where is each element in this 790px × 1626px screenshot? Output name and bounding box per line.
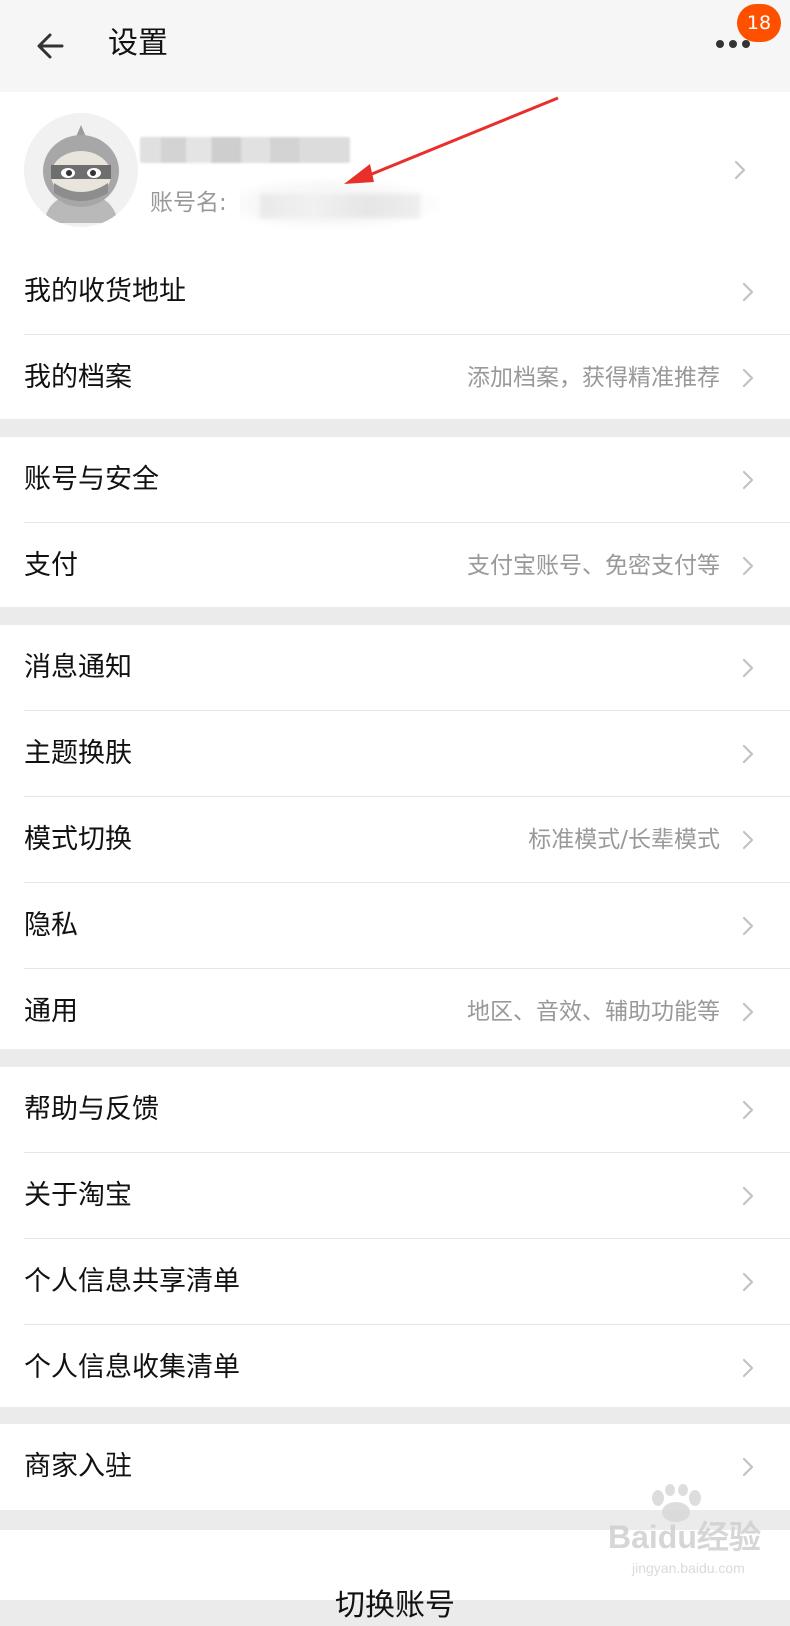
watermark-url: jingyan.baidu.com bbox=[632, 1560, 745, 1576]
chevron-right-icon bbox=[742, 1272, 754, 1292]
back-arrow-icon[interactable] bbox=[32, 26, 72, 66]
annotation-arrow bbox=[344, 96, 559, 184]
top-bar: 设置 18 bbox=[0, 0, 790, 92]
settings-row-hint: 支付宝账号、免密支付等 bbox=[467, 553, 720, 579]
watermark-brand: Baidu经验 bbox=[608, 1519, 761, 1555]
settings-row[interactable]: 个人信息共享清单 bbox=[0, 1239, 790, 1325]
nickname-redacted bbox=[140, 137, 350, 163]
settings-row[interactable]: 主题换肤 bbox=[0, 711, 790, 797]
chevron-right-icon bbox=[742, 830, 754, 850]
settings-row[interactable]: 支付 支付宝账号、免密支付等 bbox=[0, 523, 790, 609]
settings-row-label: 帮助与反馈 bbox=[24, 1094, 159, 1125]
settings-row-label: 支付 bbox=[24, 550, 78, 581]
settings-row[interactable]: 关于淘宝 bbox=[0, 1153, 790, 1239]
settings-row[interactable]: 模式切换 标准模式/长辈模式 bbox=[0, 797, 790, 883]
settings-row[interactable]: 隐私 bbox=[0, 883, 790, 969]
chevron-right-icon bbox=[742, 658, 754, 678]
account-name-label: 账号名: bbox=[150, 190, 227, 216]
chevron-right-icon[interactable] bbox=[734, 160, 746, 180]
settings-row[interactable]: 个人信息收集清单 bbox=[0, 1325, 790, 1411]
settings-row-label: 通用 bbox=[24, 996, 78, 1027]
chevron-right-icon bbox=[742, 916, 754, 936]
settings-row[interactable]: 帮助与反馈 bbox=[0, 1067, 790, 1153]
settings-row-label: 个人信息收集清单 bbox=[24, 1352, 240, 1383]
settings-row-label: 模式切换 bbox=[24, 824, 132, 855]
chevron-right-icon bbox=[742, 470, 754, 490]
chevron-right-icon bbox=[742, 1457, 754, 1477]
settings-group-2: 账号与安全支付 支付宝账号、免密支付等 bbox=[0, 437, 790, 607]
chevron-right-icon bbox=[742, 556, 754, 576]
settings-group-3: 消息通知主题换肤模式切换 标准模式/长辈模式隐私通用 地区、音效、辅助功能等 bbox=[0, 625, 790, 1049]
settings-row-label: 消息通知 bbox=[24, 652, 132, 683]
settings-group-1: 我的收货地址 我的档案 添加档案，获得精准推荐 bbox=[0, 249, 790, 419]
chevron-right-icon bbox=[742, 368, 754, 388]
settings-row-label: 主题换肤 bbox=[24, 738, 132, 769]
settings-row-label: 关于淘宝 bbox=[24, 1180, 132, 1211]
chevron-right-icon bbox=[742, 1358, 754, 1378]
ninja-avatar-icon bbox=[24, 113, 138, 227]
settings-row-hint: 添加档案，获得精准推荐 bbox=[467, 365, 720, 391]
settings-row-label: 隐私 bbox=[24, 910, 78, 941]
more-dots-icon bbox=[716, 40, 724, 48]
baidu-watermark: Baidu经验 jingyan.baidu.com bbox=[606, 1484, 786, 1596]
settings-row-hint: 标准模式/长辈模式 bbox=[528, 827, 720, 853]
settings-row-label: 个人信息共享清单 bbox=[24, 1266, 240, 1297]
settings-row[interactable]: 通用 地区、音效、辅助功能等 bbox=[0, 969, 790, 1055]
settings-row-label: 账号与安全 bbox=[24, 464, 159, 495]
page-title: 设置 bbox=[108, 26, 168, 61]
avatar[interactable] bbox=[24, 113, 138, 227]
notification-badge: 18 bbox=[737, 4, 781, 42]
settings-row[interactable]: 消息通知 bbox=[0, 625, 790, 711]
chevron-right-icon bbox=[742, 282, 754, 302]
settings-row[interactable]: 我的档案 添加档案，获得精准推荐 bbox=[0, 335, 790, 421]
chevron-right-icon bbox=[742, 1002, 754, 1022]
settings-row[interactable]: 账号与安全 bbox=[0, 437, 790, 523]
settings-row-label: 我的收货地址 bbox=[24, 276, 186, 307]
chevron-right-icon bbox=[742, 744, 754, 764]
settings-row[interactable]: 我的收货地址 bbox=[0, 249, 790, 335]
settings-group-4: 帮助与反馈关于淘宝个人信息共享清单 个人信息收集清单 bbox=[0, 1067, 790, 1407]
chevron-right-icon bbox=[742, 1100, 754, 1120]
chevron-right-icon bbox=[742, 1186, 754, 1206]
settings-row-hint: 地区、音效、辅助功能等 bbox=[467, 999, 720, 1025]
settings-row-label: 商家入驻 bbox=[24, 1451, 132, 1482]
settings-row-label: 我的档案 bbox=[24, 362, 132, 393]
